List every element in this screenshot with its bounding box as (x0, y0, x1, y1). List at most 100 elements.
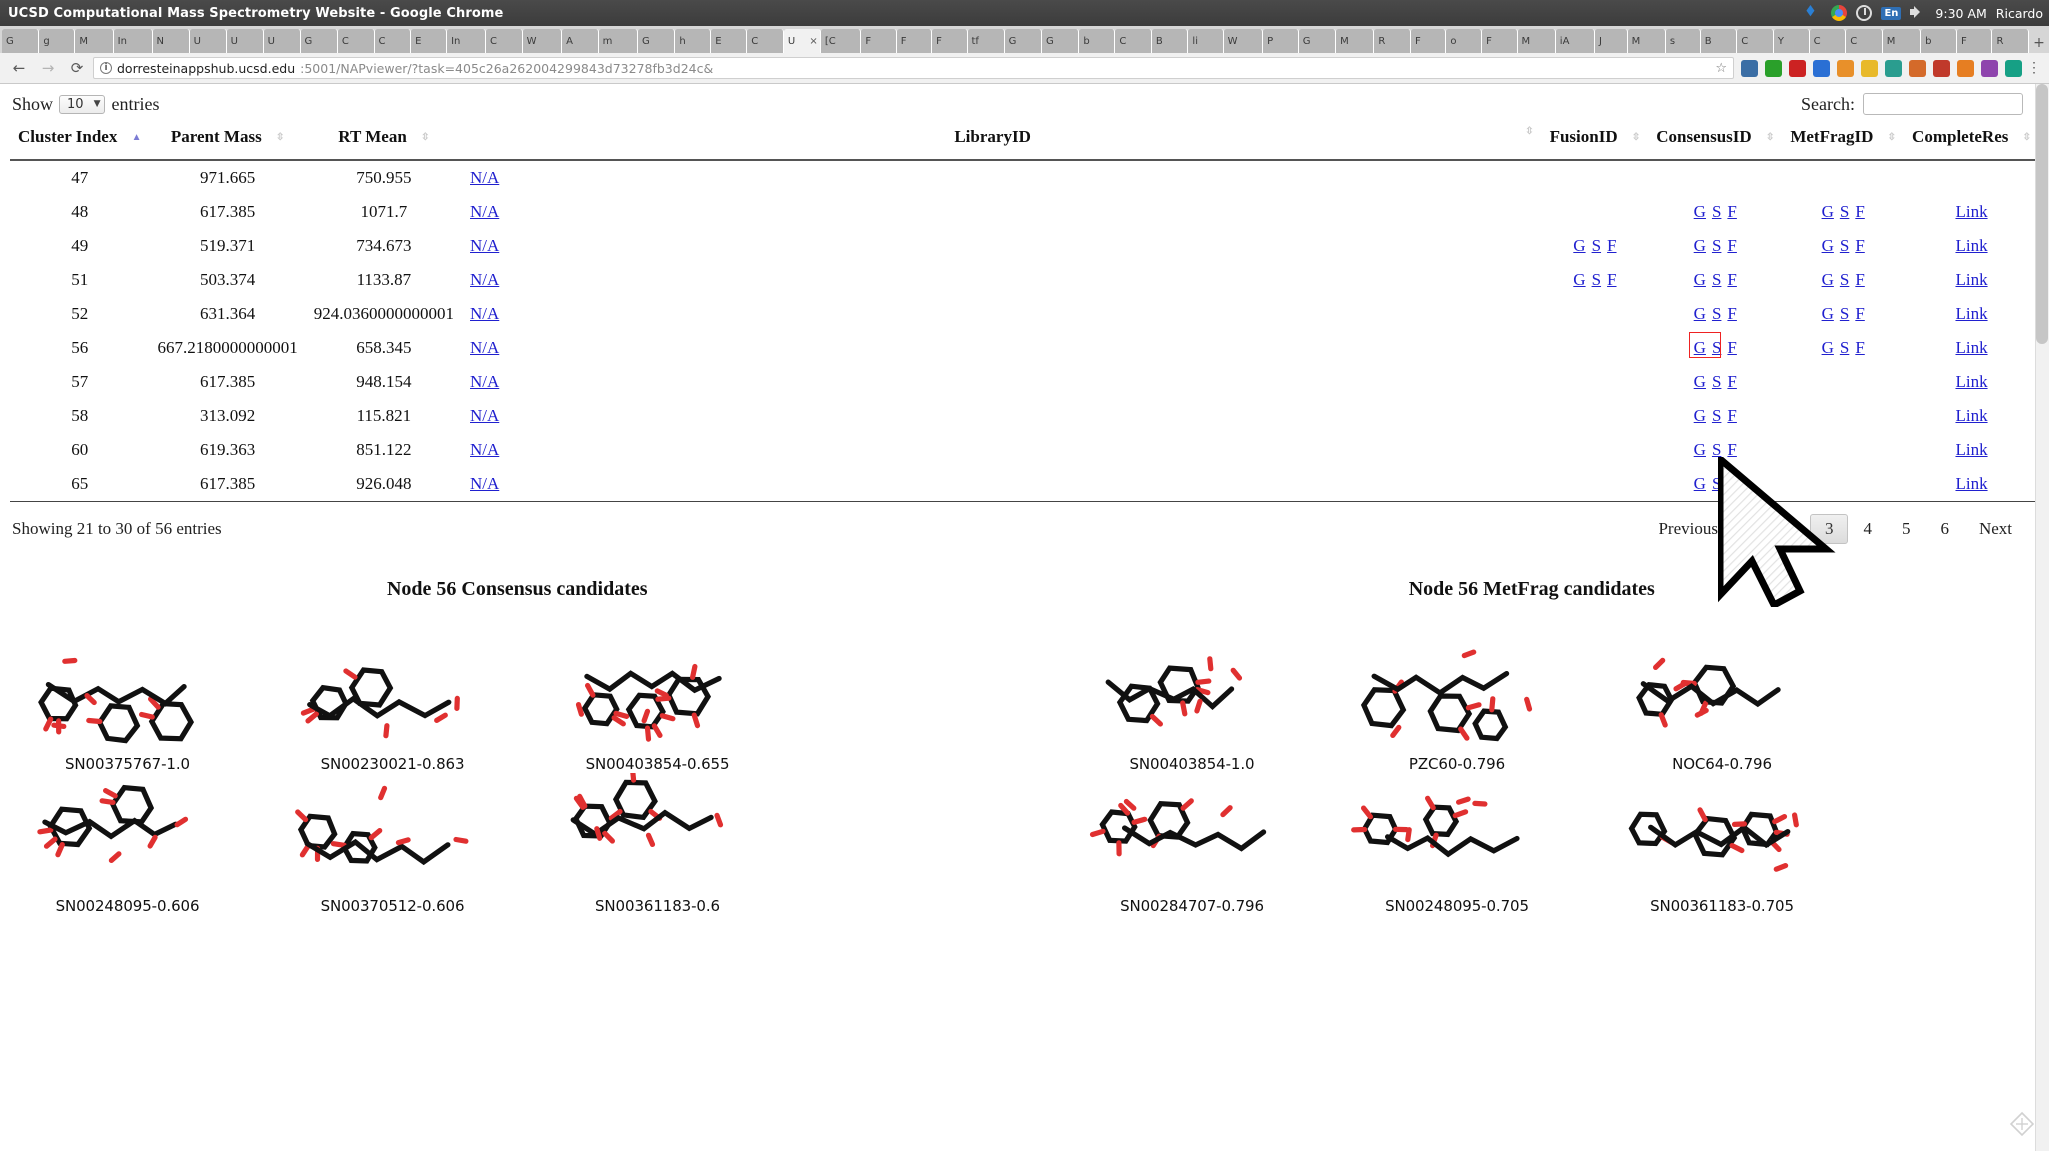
browser-tab[interactable]: J (1595, 29, 1628, 53)
resize-grip-icon[interactable] (2009, 1111, 2035, 1137)
browser-tab[interactable]: R (1374, 29, 1411, 53)
check-icon[interactable] (1765, 59, 1782, 77)
browser-tab[interactable]: C (1115, 29, 1152, 53)
cell-complete-res[interactable]: Link (1904, 331, 2039, 365)
browser-tab[interactable]: G (1041, 29, 1080, 53)
bookmark-icon[interactable] (1813, 59, 1830, 77)
browser-tab[interactable]: F (1411, 29, 1447, 53)
metfrag-candidate[interactable]: SN00403854-1.0 (1085, 631, 1300, 773)
back-icon[interactable]: ← (6, 55, 32, 81)
f-link[interactable]: F (1727, 338, 1736, 358)
cell-complete-res[interactable]: Link (1904, 297, 2039, 331)
f-link[interactable]: F (1855, 270, 1864, 290)
browser-tab[interactable]: tf (967, 29, 1005, 53)
cell-complete-res[interactable]: Link (1904, 365, 2039, 399)
forward-icon[interactable]: → (35, 55, 61, 81)
f-link[interactable]: F (1727, 304, 1736, 324)
browser-tab[interactable]: G (637, 29, 676, 53)
gsf-link-group[interactable]: GSF (1822, 202, 1865, 222)
g-link[interactable]: G (1694, 270, 1706, 290)
browser-tab[interactable]: C (485, 29, 523, 53)
browser-tab[interactable]: G (1004, 29, 1042, 53)
shield-icon[interactable] (1741, 59, 1758, 77)
g-link[interactable]: G (1822, 338, 1834, 358)
cell-metfrag-id[interactable]: GSF (1782, 229, 1904, 263)
table-row[interactable]: 51 503.374 1133.87 N/A G S F G S F G S F Link (10, 263, 2039, 297)
browser-tab[interactable]: s (1665, 29, 1701, 53)
col-fusion-id[interactable]: FusionID ⇳ (1541, 121, 1649, 161)
col-metfrag-id[interactable]: MetFragID ⇳ (1782, 121, 1905, 161)
language-indicator[interactable]: En (1881, 6, 1902, 20)
browser-tab[interactable]: F (1482, 29, 1518, 53)
g-link[interactable]: G (1694, 236, 1706, 256)
consensus-candidate[interactable]: SN00248095-0.606 (20, 773, 235, 915)
metfrag-candidate[interactable]: SN00248095-0.705 (1350, 773, 1565, 915)
browser-tab[interactable]: F (861, 29, 897, 53)
cell-library-id[interactable]: N/A (462, 263, 1542, 297)
p-icon[interactable] (1933, 59, 1950, 77)
table-row[interactable]: 56 667.2180000000001 658.345 N/A G S F G S F Link (10, 331, 2039, 365)
cell-library-id[interactable]: N/A (462, 160, 1542, 195)
gsf-link-group[interactable]: GSF (1694, 304, 1737, 324)
cell-fusion-id[interactable]: GSF (1542, 263, 1649, 297)
bookmark-star-icon[interactable]: ☆ (1715, 61, 1727, 76)
cell-consensus-id[interactable]: GSF (1648, 297, 1782, 331)
library-na-link[interactable]: N/A (470, 168, 499, 187)
library-na-link[interactable]: N/A (470, 270, 499, 289)
library-na-link[interactable]: N/A (470, 440, 499, 459)
browser-tab[interactable]: E (711, 29, 748, 53)
browser-tab[interactable]: M (75, 29, 114, 53)
s-link[interactable]: S (1712, 372, 1721, 392)
pagination-page-1[interactable]: 1 (1733, 514, 1772, 544)
table-row[interactable]: 47 971.665 750.955 N/A (10, 160, 2039, 195)
browser-tab[interactable]: C (1846, 29, 1883, 53)
consensus-candidate[interactable]: SN00375767-1.0 (20, 631, 235, 773)
browser-tab[interactable]: F (1957, 29, 1993, 53)
library-na-link[interactable]: N/A (470, 202, 499, 221)
f-link[interactable]: F (1727, 474, 1736, 494)
cell-complete-res[interactable]: Link (1904, 399, 2039, 433)
browser-tab[interactable]: F (896, 29, 933, 53)
browser-tab[interactable]: li (1188, 29, 1224, 53)
browser-tab[interactable]: G (1298, 29, 1337, 53)
gsf-link-group[interactable]: GSF (1694, 406, 1737, 426)
browser-tab[interactable]: M (1627, 29, 1666, 53)
s-link[interactable]: S (1712, 338, 1721, 358)
s-link[interactable]: S (1712, 440, 1721, 460)
browser-tab[interactable]: In (447, 29, 486, 53)
g-link[interactable]: G (1694, 338, 1706, 358)
browser-tab[interactable]: C (374, 29, 412, 53)
cell-consensus-id[interactable]: GSF (1648, 229, 1782, 263)
gsf-link-group[interactable]: GSF (1694, 474, 1737, 494)
gsf-link-group[interactable]: GSF (1694, 372, 1737, 392)
cart-icon[interactable] (1957, 59, 1974, 77)
s-link[interactable]: S (1840, 270, 1849, 290)
browser-tab[interactable]: N (152, 29, 190, 53)
f-link[interactable]: F (1727, 270, 1736, 290)
metfrag-candidate[interactable]: NOC64-0.796 (1615, 631, 1830, 773)
cell-consensus-id[interactable]: GSF (1648, 331, 1782, 365)
browser-tab[interactable]: W (522, 29, 563, 53)
dropbox-icon[interactable] (1806, 5, 1815, 17)
reload-icon[interactable]: ⟳ (64, 55, 90, 81)
browser-tab[interactable]: m (598, 29, 638, 53)
cell-consensus-id[interactable]: GSF (1648, 195, 1782, 229)
col-rt-mean[interactable]: RT Mean ⇳ (305, 121, 462, 161)
cell-complete-res[interactable]: Link (1904, 263, 2039, 297)
browser-tab[interactable]: U (263, 29, 301, 53)
browser-tab[interactable]: F (932, 29, 968, 53)
pagination[interactable]: Previous 1 2 3 4 5 6 Next (1643, 514, 2037, 544)
table-row[interactable]: 48 617.385 1071.7 N/A G S F G S F Link (10, 195, 2039, 229)
col-complete-res[interactable]: CompleteRes ⇳ (1904, 121, 2039, 161)
col-cluster-index[interactable]: Cluster Index ▲ (10, 121, 150, 161)
f-link[interactable]: F (1727, 372, 1736, 392)
consensus-candidate[interactable]: SN00370512-0.606 (285, 773, 500, 915)
g-link[interactable]: G (1694, 372, 1706, 392)
complete-res-link[interactable]: Link (1955, 236, 1987, 255)
col-library-id[interactable]: LibraryID ⇳ (462, 121, 1542, 161)
complete-res-link[interactable]: Link (1955, 372, 1987, 391)
s-link[interactable]: S (1840, 202, 1849, 222)
browser-tab[interactable]: U × (783, 29, 821, 53)
complete-res-link[interactable]: Link (1955, 440, 1987, 459)
cell-library-id[interactable]: N/A (462, 195, 1542, 229)
